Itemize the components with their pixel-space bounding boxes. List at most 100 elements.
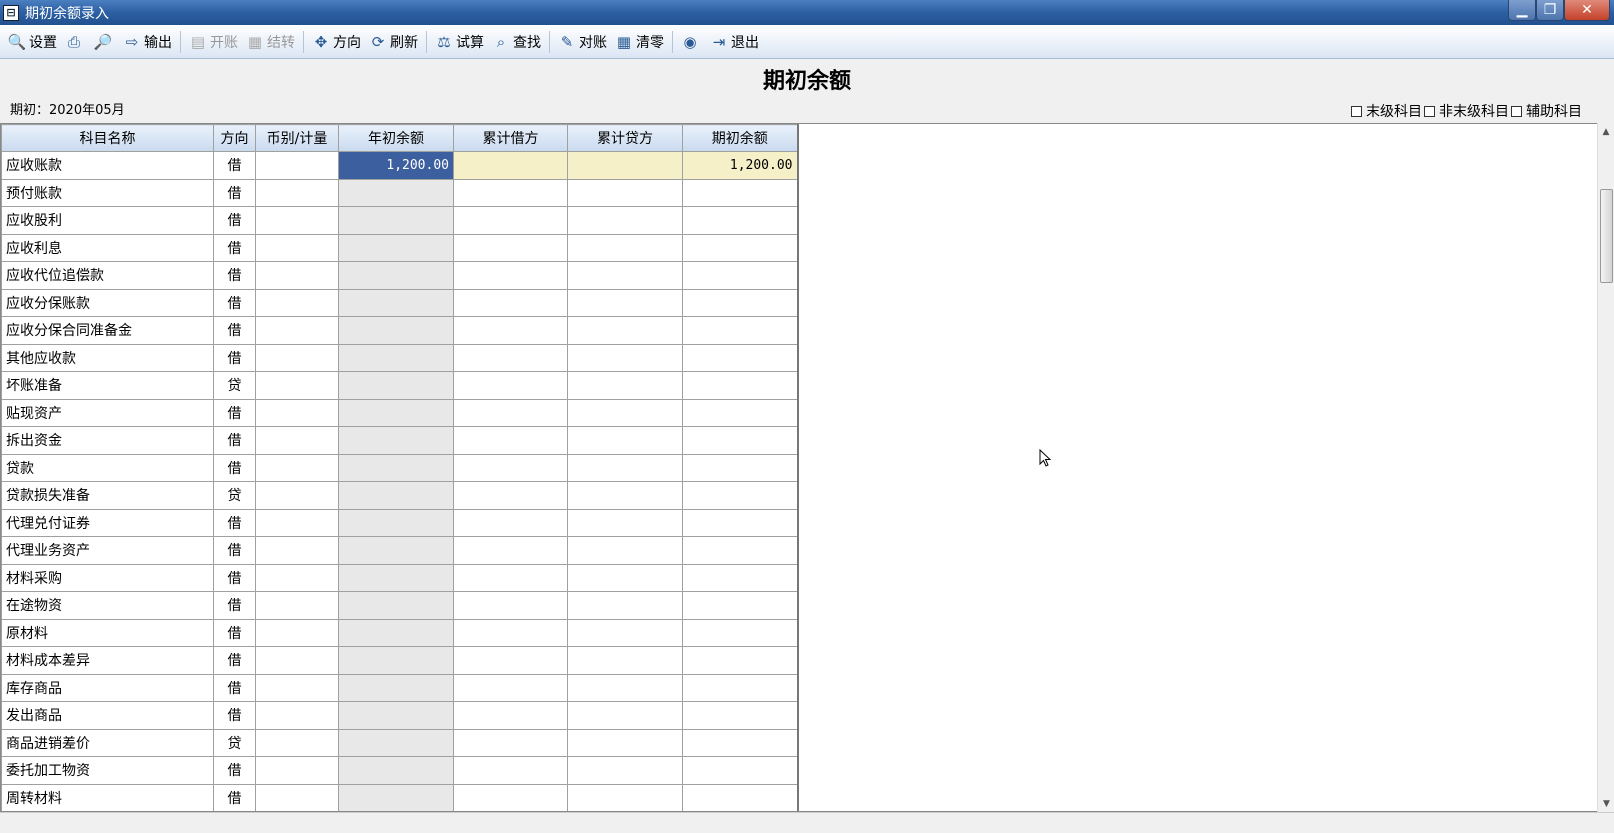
direction-cell[interactable]: 借 — [213, 206, 256, 235]
period-opening-balance-cell[interactable] — [682, 481, 799, 510]
toolbar-reconcile-button[interactable]: ✎ 对账 — [554, 29, 611, 55]
table-row[interactable]: 贷款借 — [1, 453, 799, 482]
direction-cell[interactable]: 借 — [213, 618, 256, 647]
year-opening-balance-cell[interactable] — [338, 371, 454, 400]
account-name-cell[interactable]: 库存商品 — [1, 673, 214, 702]
accumulated-credit-cell[interactable] — [567, 206, 683, 235]
accumulated-debit-cell[interactable] — [453, 233, 568, 262]
toolbar-export-button[interactable]: ⇨ 输出 — [119, 29, 176, 55]
year-opening-balance-cell[interactable] — [338, 316, 454, 345]
accumulated-credit-cell[interactable] — [567, 728, 683, 757]
accumulated-credit-cell[interactable] — [567, 261, 683, 290]
toolbar-find-button[interactable]: ⌕ 查找 — [488, 29, 545, 55]
currency-cell[interactable] — [255, 261, 339, 290]
currency-cell[interactable] — [255, 371, 339, 400]
account-name-cell[interactable]: 应收股利 — [1, 206, 214, 235]
year-opening-balance-cell[interactable] — [338, 343, 454, 372]
direction-cell[interactable]: 借 — [213, 701, 256, 730]
accumulated-debit-cell[interactable] — [453, 701, 568, 730]
period-opening-balance-cell[interactable] — [682, 783, 799, 811]
currency-cell[interactable] — [255, 701, 339, 730]
accumulated-debit-cell[interactable] — [453, 673, 568, 702]
accumulated-debit-cell[interactable] — [453, 646, 568, 675]
currency-cell[interactable] — [255, 206, 339, 235]
year-opening-balance-cell[interactable] — [338, 261, 454, 290]
direction-cell[interactable]: 借 — [213, 233, 256, 262]
account-name-cell[interactable]: 材料采购 — [1, 563, 214, 592]
table-row[interactable]: 代理兑付证券借 — [1, 508, 799, 537]
column-header[interactable]: 方向 — [213, 124, 256, 152]
direction-cell[interactable]: 借 — [213, 288, 256, 317]
currency-cell[interactable] — [255, 563, 339, 592]
period-opening-balance-cell[interactable] — [682, 728, 799, 757]
table-row[interactable]: 应收代位追偿款借 — [1, 261, 799, 290]
toolbar-balance-scale-button[interactable]: ⚖ 试算 — [431, 29, 488, 55]
toolbar-print-button[interactable]: ⎙ — [61, 29, 90, 55]
accumulated-debit-cell[interactable] — [453, 371, 568, 400]
accumulated-debit-cell[interactable] — [453, 756, 568, 785]
year-opening-balance-cell[interactable] — [338, 701, 454, 730]
currency-cell[interactable] — [255, 646, 339, 675]
table-row[interactable]: 拆出资金借 — [1, 426, 799, 455]
direction-cell[interactable]: 借 — [213, 261, 256, 290]
table-row[interactable]: 坏账准备贷 — [1, 371, 799, 400]
currency-cell[interactable] — [255, 233, 339, 262]
direction-cell[interactable]: 借 — [213, 783, 256, 811]
direction-cell[interactable]: 借 — [213, 453, 256, 482]
accumulated-credit-cell[interactable] — [567, 756, 683, 785]
accumulated-debit-cell[interactable] — [453, 316, 568, 345]
currency-cell[interactable] — [255, 426, 339, 455]
table-row[interactable]: 应收分保账款借 — [1, 288, 799, 317]
toolbar-direction-button[interactable]: ✥ 方向 — [308, 29, 365, 55]
period-opening-balance-cell[interactable] — [682, 398, 799, 427]
direction-cell[interactable]: 借 — [213, 426, 256, 455]
account-name-cell[interactable]: 拆出资金 — [1, 426, 214, 455]
column-header[interactable]: 累计借方 — [453, 124, 568, 152]
account-name-cell[interactable]: 贷款 — [1, 453, 214, 482]
year-opening-balance-cell[interactable] — [338, 178, 454, 207]
period-opening-balance-cell[interactable] — [682, 206, 799, 235]
accumulated-debit-cell[interactable] — [453, 481, 568, 510]
account-name-cell[interactable]: 委托加工物资 — [1, 756, 214, 785]
toolbar-preview-button[interactable]: 🔎 — [90, 29, 119, 55]
period-opening-balance-cell[interactable] — [682, 371, 799, 400]
direction-cell[interactable]: 借 — [213, 151, 256, 180]
close-button[interactable]: ✕ — [1564, 0, 1610, 21]
period-opening-balance-cell[interactable] — [682, 673, 799, 702]
accumulated-debit-cell[interactable] — [453, 261, 568, 290]
direction-cell[interactable]: 借 — [213, 398, 256, 427]
direction-cell[interactable]: 借 — [213, 316, 256, 345]
toolbar-open-account-button[interactable]: ▤ 开账 — [185, 29, 242, 55]
accumulated-credit-cell[interactable] — [567, 783, 683, 811]
direction-cell[interactable]: 借 — [213, 646, 256, 675]
table-row[interactable]: 在途物资借 — [1, 591, 799, 620]
direction-cell[interactable]: 贷 — [213, 371, 256, 400]
currency-cell[interactable] — [255, 481, 339, 510]
account-name-cell[interactable]: 应收利息 — [1, 233, 214, 262]
accumulated-credit-cell[interactable] — [567, 178, 683, 207]
accumulated-debit-cell[interactable] — [453, 728, 568, 757]
accumulated-debit-cell[interactable] — [453, 151, 568, 180]
table-row[interactable]: 委托加工物资借 — [1, 756, 799, 785]
currency-cell[interactable] — [255, 783, 339, 811]
year-opening-balance-cell[interactable] — [338, 398, 454, 427]
account-name-cell[interactable]: 原材料 — [1, 618, 214, 647]
direction-cell[interactable]: 借 — [213, 508, 256, 537]
period-opening-balance-cell[interactable] — [682, 701, 799, 730]
account-name-cell[interactable]: 在途物资 — [1, 591, 214, 620]
currency-cell[interactable] — [255, 316, 339, 345]
currency-cell[interactable] — [255, 536, 339, 565]
period-opening-balance-cell[interactable] — [682, 233, 799, 262]
currency-cell[interactable] — [255, 178, 339, 207]
direction-cell[interactable]: 借 — [213, 591, 256, 620]
period-opening-balance-cell[interactable]: 1,200.00 — [682, 151, 799, 180]
table-row[interactable]: 应收账款借 1,200.00 1,200.00 — [1, 151, 799, 180]
accumulated-credit-cell[interactable] — [567, 453, 683, 482]
column-header[interactable]: 期初余额 — [682, 124, 799, 152]
account-name-cell[interactable]: 预付账款 — [1, 178, 214, 207]
year-opening-balance-cell[interactable] — [338, 508, 454, 537]
accumulated-credit-cell[interactable] — [567, 673, 683, 702]
year-opening-balance-cell[interactable] — [338, 673, 454, 702]
period-opening-balance-cell[interactable] — [682, 316, 799, 345]
period-opening-balance-cell[interactable] — [682, 591, 799, 620]
